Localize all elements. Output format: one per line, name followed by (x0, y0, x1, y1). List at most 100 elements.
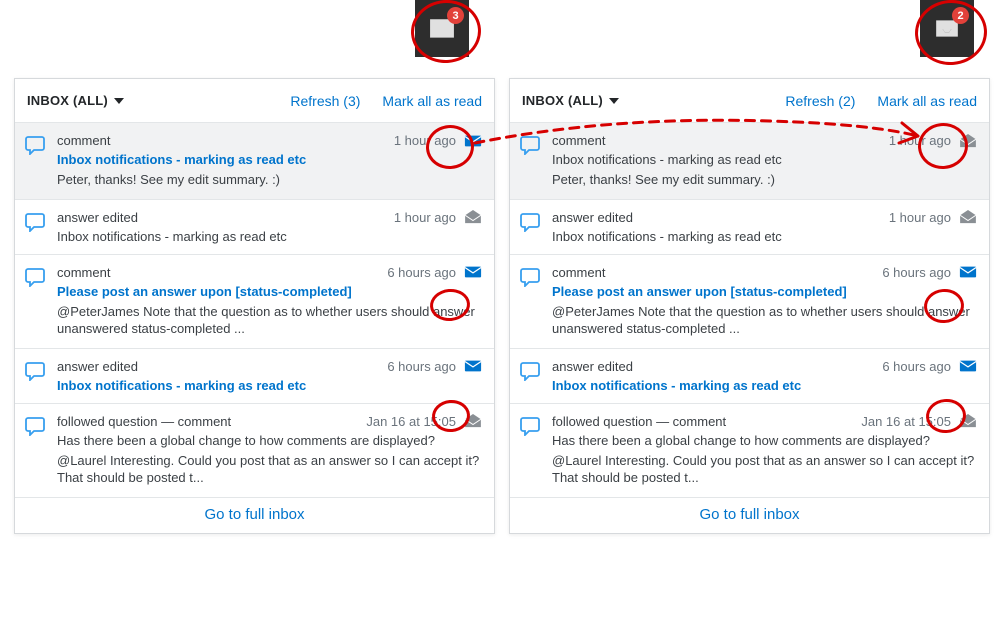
inbox-popover: INBOX (ALL) Refresh (3) Mark all as read… (14, 78, 495, 534)
envelope-read-icon[interactable] (959, 414, 977, 428)
mark-all-read-link[interactable]: Mark all as read (382, 93, 482, 109)
envelope-unread-icon[interactable] (464, 359, 482, 373)
inbox-item-title[interactable]: Inbox notifications - marking as read et… (552, 378, 977, 393)
inbox-item-time: 1 hour ago (394, 210, 456, 225)
inbox-item[interactable]: comment 6 hours ago Please post an answer … (510, 255, 989, 349)
inbox-item-time: 6 hours ago (882, 359, 951, 374)
inbox-item-title[interactable]: Inbox notifications - marking as read et… (552, 152, 977, 167)
inbox-item-title[interactable]: Inbox notifications - marking as read et… (552, 229, 977, 244)
inbox-unread-badge: 3 (447, 7, 464, 24)
topbar-inbox-tab[interactable]: 3 (415, 0, 469, 57)
inbox-item[interactable]: comment 1 hour ago Inbox notifications - m… (510, 123, 989, 200)
inbox-item-body: answer edited 1 hour ago Inbox notificatio… (552, 210, 977, 244)
envelope-unread-icon[interactable] (959, 359, 977, 373)
inbox-item-excerpt: @PeterJames Note that the question as to… (552, 303, 977, 338)
inbox-item[interactable]: followed question — comment Jan 16 at 15:… (15, 404, 494, 498)
inbox-item-excerpt: Peter, thanks! See my edit summary. :) (57, 171, 482, 189)
refresh-link[interactable]: Refresh (2) (785, 93, 855, 109)
inbox-item-title[interactable]: Inbox notifications - marking as read et… (57, 229, 482, 244)
inbox-item-excerpt: @Laurel Interesting. Could you post that… (552, 452, 977, 487)
inbox-footer: Go to full inbox (15, 498, 494, 533)
inbox-tab-selector[interactable]: INBOX (ALL) (522, 93, 619, 108)
inbox-item[interactable]: answer edited 1 hour ago Inbox notificatio… (15, 200, 494, 255)
inbox-item-body: comment 6 hours ago Please post an answer … (57, 265, 482, 338)
inbox-item-type: answer edited (57, 210, 138, 225)
inbox-header: INBOX (ALL) Refresh (2) Mark all as read (510, 79, 989, 123)
speech-bubble-icon (520, 135, 540, 155)
chevron-down-icon (609, 98, 619, 104)
speech-bubble-icon (25, 267, 45, 287)
inbox-item-body: answer edited 6 hours ago Inbox notificati… (57, 359, 482, 393)
inbox-item[interactable]: answer edited 6 hours ago Inbox notificati… (510, 349, 989, 404)
envelope-read-icon[interactable] (464, 210, 482, 224)
inbox-item-type: answer edited (552, 359, 633, 374)
envelope-unread-icon[interactable] (464, 265, 482, 279)
inbox-tab-label: INBOX (ALL) (522, 93, 603, 108)
inbox-item[interactable]: comment 1 hour ago Inbox notifications - m… (15, 123, 494, 200)
speech-bubble-icon (520, 212, 540, 232)
envelope-unread-icon[interactable] (959, 265, 977, 279)
inbox-item-list: comment 1 hour ago Inbox notifications - m… (15, 123, 494, 498)
inbox-item-body: answer edited 6 hours ago Inbox notificati… (552, 359, 977, 393)
inbox-item-time: 1 hour ago (394, 133, 456, 148)
inbox-item[interactable]: comment 6 hours ago Please post an answer … (15, 255, 494, 349)
inbox-item-list: comment 1 hour ago Inbox notifications - m… (510, 123, 989, 498)
inbox-item-title[interactable]: Inbox notifications - marking as read et… (57, 378, 482, 393)
inbox-item-excerpt: @PeterJames Note that the question as to… (57, 303, 482, 338)
speech-bubble-icon (25, 212, 45, 232)
inbox-item-excerpt: Peter, thanks! See my edit summary. :) (552, 171, 977, 189)
inbox-item-type: followed question — comment (57, 414, 231, 429)
envelope-unread-icon[interactable] (464, 134, 482, 148)
inbox-item-title[interactable]: Please post an answer upon [status-compl… (552, 284, 977, 299)
inbox-item-title[interactable]: Has there been a global change to how co… (57, 433, 482, 448)
inbox-item-body: comment 6 hours ago Please post an answer … (552, 265, 977, 338)
speech-bubble-icon (25, 135, 45, 155)
inbox-item-title[interactable]: Please post an answer upon [status-compl… (57, 284, 482, 299)
speech-bubble-icon (520, 361, 540, 381)
inbox-item-body: comment 1 hour ago Inbox notifications - m… (552, 133, 977, 189)
inbox-tab-label: INBOX (ALL) (27, 93, 108, 108)
go-to-full-inbox-link[interactable]: Go to full inbox (204, 506, 304, 523)
inbox-tab-selector[interactable]: INBOX (ALL) (27, 93, 124, 108)
speech-bubble-icon (25, 416, 45, 436)
inbox-item-time: Jan 16 at 15:05 (366, 414, 456, 429)
inbox-item-time: 1 hour ago (889, 210, 951, 225)
inbox-item-title[interactable]: Has there been a global change to how co… (552, 433, 977, 448)
topbar-inbox-tab[interactable]: 2 (920, 0, 974, 57)
inbox-footer: Go to full inbox (510, 498, 989, 533)
inbox-item-time: 6 hours ago (882, 265, 951, 280)
inbox-item-type: comment (552, 133, 605, 148)
envelope-read-icon[interactable] (959, 134, 977, 148)
inbox-item[interactable]: answer edited 1 hour ago Inbox notificatio… (510, 200, 989, 255)
inbox-item-time: 6 hours ago (387, 359, 456, 374)
inbox-item-type: followed question — comment (552, 414, 726, 429)
inbox-item-time: Jan 16 at 15:05 (861, 414, 951, 429)
envelope-read-icon[interactable] (959, 210, 977, 224)
mark-all-read-link[interactable]: Mark all as read (877, 93, 977, 109)
speech-bubble-icon (520, 267, 540, 287)
inbox-item-body: answer edited 1 hour ago Inbox notificatio… (57, 210, 482, 244)
inbox-item-type: answer edited (57, 359, 138, 374)
inbox-item-time: 1 hour ago (889, 133, 951, 148)
inbox-unread-badge: 2 (952, 7, 969, 24)
inbox-item-body: comment 1 hour ago Inbox notifications - m… (57, 133, 482, 189)
inbox-item-excerpt: @Laurel Interesting. Could you post that… (57, 452, 482, 487)
inbox-item-type: comment (57, 265, 110, 280)
inbox-item-title[interactable]: Inbox notifications - marking as read et… (57, 152, 482, 167)
chevron-down-icon (114, 98, 124, 104)
inbox-item-body: followed question — comment Jan 16 at 15:… (57, 414, 482, 487)
inbox-item-type: comment (57, 133, 110, 148)
inbox-header: INBOX (ALL) Refresh (3) Mark all as read (15, 79, 494, 123)
inbox-item[interactable]: answer edited 6 hours ago Inbox notificati… (15, 349, 494, 404)
envelope-read-icon[interactable] (464, 414, 482, 428)
go-to-full-inbox-link[interactable]: Go to full inbox (699, 506, 799, 523)
inbox-popover: INBOX (ALL) Refresh (2) Mark all as read… (509, 78, 990, 534)
inbox-item-type: comment (552, 265, 605, 280)
speech-bubble-icon (520, 416, 540, 436)
inbox-item-time: 6 hours ago (387, 265, 456, 280)
inbox-item-body: followed question — comment Jan 16 at 15:… (552, 414, 977, 487)
inbox-item[interactable]: followed question — comment Jan 16 at 15:… (510, 404, 989, 498)
refresh-link[interactable]: Refresh (3) (290, 93, 360, 109)
inbox-item-type: answer edited (552, 210, 633, 225)
speech-bubble-icon (25, 361, 45, 381)
